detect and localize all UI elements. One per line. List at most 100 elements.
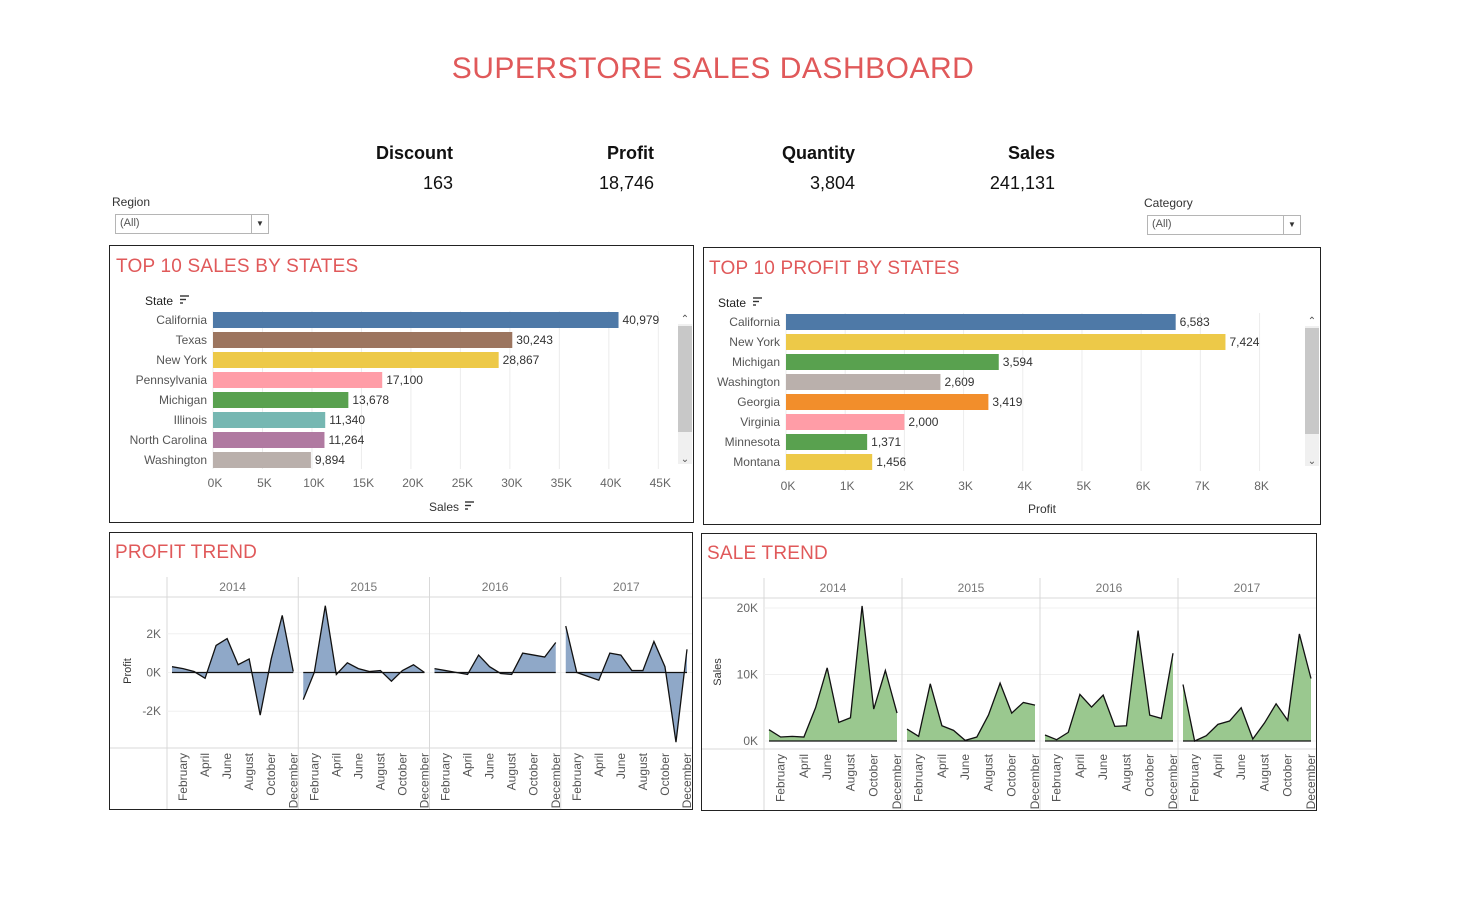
bar-value-label: 6,583 — [1180, 315, 1210, 329]
x-tick-label: 3K — [958, 479, 973, 493]
trend-area — [565, 626, 687, 743]
y-tick-label: 0K — [146, 666, 161, 680]
month-label: February — [1050, 754, 1064, 802]
bar — [213, 452, 311, 468]
x-tick-label: 5K — [1077, 479, 1092, 493]
state-label: California — [729, 315, 780, 329]
chevron-down-icon[interactable]: ▼ — [251, 215, 268, 233]
profit-trend-panel: PROFIT TREND Profit -2K 0K 2K 2014 February A… — [109, 532, 693, 810]
x-tick-label: 2K — [899, 479, 914, 493]
x-tick-label: 45K — [650, 476, 671, 490]
month-label: February — [1188, 754, 1202, 802]
month-label: June — [820, 754, 834, 780]
profit-axis-title: Profit — [1028, 502, 1057, 516]
month-label: April — [198, 753, 212, 777]
bar-value-label: 28,867 — [503, 353, 540, 367]
x-tick-label: 4K — [1017, 479, 1032, 493]
sort-icon[interactable] — [753, 297, 762, 306]
y-tick-label: 2K — [146, 627, 161, 641]
month-label: February — [774, 754, 788, 802]
bar — [213, 412, 326, 428]
bar — [786, 394, 989, 410]
state-label: Montana — [733, 455, 780, 469]
bar-value-label: 2,609 — [944, 375, 974, 389]
state-label: Texas — [176, 333, 207, 347]
bar-value-label: 1,456 — [876, 455, 906, 469]
bar — [213, 312, 619, 328]
y-tick-label: 10K — [737, 667, 758, 681]
top-profit-panel: TOP 10 PROFIT BY STATES State Profit ⌃ ⌄… — [703, 247, 1321, 525]
kpi-sales-value: 241,131 — [989, 173, 1055, 193]
sort-icon[interactable] — [180, 295, 189, 304]
scroll-up-icon[interactable]: ⌃ — [681, 314, 689, 325]
month-label: October — [527, 753, 541, 796]
month-label: June — [614, 753, 628, 779]
trend-area — [303, 605, 425, 700]
month-label: August — [505, 752, 519, 790]
month-label: August — [242, 752, 256, 790]
bar — [213, 432, 325, 448]
category-dropdown[interactable]: (All) ▼ — [1147, 215, 1301, 235]
bar-value-label: 2,000 — [908, 415, 938, 429]
sort-icon[interactable] — [465, 501, 474, 510]
scrollbar[interactable]: ⌃ ⌄ — [1305, 316, 1319, 467]
kpi-quantity-value: 3,804 — [809, 173, 855, 193]
y-tick-label: 0K — [743, 734, 758, 748]
x-tick-label: 10K — [303, 476, 324, 490]
month-label: April — [797, 754, 811, 778]
bar-value-label: 30,243 — [516, 333, 553, 347]
month-label: October — [867, 754, 881, 797]
x-tick-label: 0K — [208, 476, 223, 490]
scroll-down-icon[interactable]: ⌄ — [1308, 456, 1316, 467]
month-label: August — [1257, 753, 1271, 791]
x-tick-label: 6K — [1136, 479, 1151, 493]
x-tick-label: 40K — [600, 476, 621, 490]
state-row-header: State — [145, 294, 173, 308]
month-label: April — [592, 753, 606, 777]
kpi-quantity-label: Quantity — [781, 143, 855, 163]
scroll-down-icon[interactable]: ⌄ — [681, 454, 689, 465]
state-label: Pennsylvania — [136, 373, 208, 387]
x-tick-label: 15K — [353, 476, 374, 490]
scroll-up-icon[interactable]: ⌃ — [1308, 316, 1316, 327]
month-label: June — [1234, 754, 1248, 780]
bar — [786, 354, 999, 370]
chevron-down-icon[interactable]: ▼ — [1283, 216, 1300, 234]
sale-trend-axis-title: Sales — [712, 658, 724, 686]
month-label: August — [636, 752, 650, 790]
year-header: 2014 — [219, 580, 246, 594]
month-label: December — [1304, 754, 1316, 809]
state-label: Georgia — [737, 395, 780, 409]
state-label: New York — [156, 353, 208, 367]
region-filter-label: Region — [112, 195, 151, 209]
month-label: June — [958, 754, 972, 780]
month-label: August — [373, 752, 387, 790]
month-label: April — [329, 753, 343, 777]
month-label: October — [1143, 754, 1157, 797]
year-header: 2015 — [958, 581, 985, 595]
month-label: June — [1096, 754, 1110, 780]
month-label: February — [439, 753, 453, 801]
year-header: 2014 — [820, 581, 847, 595]
month-label: April — [935, 754, 949, 778]
category-filter-label: Category — [1144, 196, 1193, 210]
bar — [213, 372, 383, 388]
sale-trend-chart: Sales 0K 10K 20K 2014 February April June Augus… — [702, 578, 1316, 810]
bar — [786, 434, 868, 450]
x-tick-label: 20K — [402, 476, 423, 490]
bar-value-label: 40,979 — [623, 313, 660, 327]
region-dropdown-value: (All) — [120, 217, 140, 229]
year-header: 2016 — [1096, 581, 1123, 595]
kpi-sales-label: Sales — [1007, 143, 1055, 163]
y-tick-label: -2K — [142, 704, 161, 718]
profit-trend-chart: Profit -2K 0K 2K 2014 February April June Augus… — [110, 577, 692, 809]
scrollbar[interactable]: ⌃ ⌄ — [678, 314, 692, 465]
kpi-discount-label: Discount — [375, 143, 453, 163]
state-label: New York — [729, 335, 781, 349]
scrollbar-thumb[interactable] — [678, 326, 692, 432]
state-label: Virginia — [740, 415, 780, 429]
bar-value-label: 9,894 — [315, 453, 345, 467]
scrollbar-thumb[interactable] — [1305, 328, 1319, 434]
region-dropdown[interactable]: (All) ▼ — [115, 214, 269, 234]
year-header: 2015 — [351, 580, 378, 594]
